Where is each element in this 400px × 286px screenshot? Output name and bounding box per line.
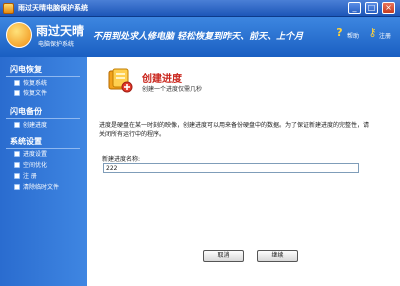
app-icon — [3, 3, 14, 14]
optimize-icon — [14, 162, 20, 168]
header-banner: 雨过天晴 电脑保护系统 不用到处求人修电脑 轻松恢复到昨天、前天、上个月 ? 帮… — [0, 17, 400, 57]
product-logo — [6, 22, 32, 48]
create-snapshot-icon — [108, 68, 133, 93]
sidebar-item-label: 恢复文件 — [23, 90, 48, 97]
close-button[interactable]: × — [382, 2, 395, 14]
slogan: 不用到处求人修电脑 轻松恢复到昨天、前天、上个月 — [93, 32, 304, 42]
snapshot-name-label: 新建进度名称: — [102, 156, 141, 163]
restore-system-icon — [14, 80, 20, 86]
sidebar-item-label: 空间优化 — [23, 162, 48, 169]
clear-temp-icon — [14, 184, 20, 190]
sidebar-item-register[interactable]: 注 册 — [14, 173, 37, 181]
divider — [6, 148, 80, 149]
sidebar-item-label: 创建进度 — [23, 122, 48, 129]
sidebar-item-label: 注 册 — [23, 173, 37, 180]
register-link[interactable]: 注册 — [379, 31, 391, 40]
sidebar-item-space-optimize[interactable]: 空间优化 — [14, 162, 47, 170]
help-icon[interactable]: ? — [335, 27, 344, 39]
maximize-button[interactable]: □ — [365, 2, 378, 14]
window-title: 雨过天晴电脑保护系统 — [18, 4, 88, 12]
sidebar-item-label: 进度设置 — [23, 151, 48, 158]
page-subtitle: 创建一个进度仅需几秒 — [142, 86, 203, 93]
product-name: 雨过天晴 — [36, 24, 85, 38]
key-icon[interactable]: ⚷ — [368, 27, 377, 39]
section-title-settings: 系统设置 — [10, 137, 42, 146]
description-text: 进度是硬盘在某一时刻的映像，创建进度可以用来备份硬盘中的数据。为了保证新建进度的… — [99, 122, 370, 138]
register-icon — [14, 173, 20, 179]
sidebar-item-snapshot-settings[interactable]: 进度设置 — [14, 151, 47, 159]
sidebar-item-label: 恢复系统 — [23, 80, 48, 87]
sidebar-item-restore-system[interactable]: 恢复系统 — [14, 80, 47, 88]
sidebar-item-label: 清除临时文件 — [23, 184, 60, 191]
section-title-backup: 闪电备份 — [10, 107, 42, 116]
sidebar-item-create-snapshot[interactable]: 创建进度 — [14, 122, 47, 130]
sidebar-item-restore-files[interactable]: 恢复文件 — [14, 90, 47, 98]
divider — [6, 76, 80, 77]
title-bar: 雨过天晴电脑保护系统 _ □ × — [0, 0, 400, 17]
main-panel: 创建进度 创建一个进度仅需几秒 进度是硬盘在某一时刻的映像，创建进度可以用来备份… — [87, 57, 400, 286]
divider — [6, 118, 80, 119]
product-subtitle: 电脑保护系统 — [38, 41, 75, 48]
section-title-restore: 闪电恢复 — [10, 65, 42, 74]
help-link[interactable]: 帮助 — [347, 31, 359, 40]
page-title: 创建进度 — [142, 74, 182, 85]
continue-button[interactable]: 继续 — [257, 250, 298, 262]
minimize-button[interactable]: _ — [348, 2, 361, 14]
snapshot-name-input[interactable] — [103, 163, 359, 173]
restore-files-icon — [14, 90, 20, 96]
sidebar-item-clear-temp[interactable]: 清除临时文件 — [14, 184, 59, 192]
sidebar: 闪电恢复 恢复系统 恢复文件 闪电备份 创建进度 系统设置 进度设置 空间优化 … — [0, 57, 87, 286]
cancel-button[interactable]: 取消 — [203, 250, 244, 262]
create-snapshot-icon — [14, 122, 20, 128]
settings-icon — [14, 151, 20, 157]
